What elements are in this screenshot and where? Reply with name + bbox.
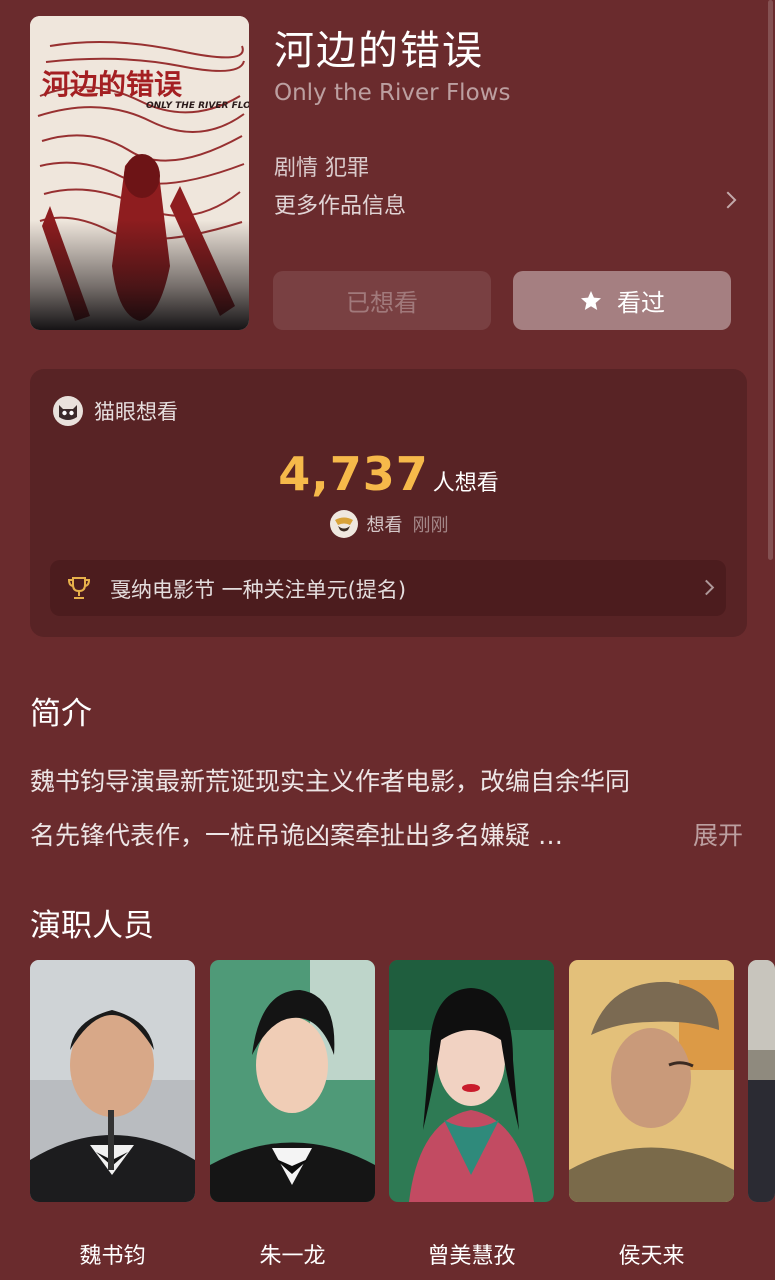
synopsis-text: 魏书钧导演最新荒诞现实主义作者电影，改编自余华同 名先锋代表作，一桩吊诡凶案牵扯…: [30, 755, 745, 863]
cast-photo[interactable]: [569, 960, 734, 1202]
want-count: 4,737: [278, 447, 429, 501]
maoyan-want-card: 猫眼想看 4,737 人想看 想看 刚刚 戛纳电影节 一种关注单元(提名): [30, 369, 747, 637]
maoyan-label: 猫眼想看: [94, 400, 178, 424]
want-count-line: 4,737 人想看: [30, 447, 747, 501]
cast-photo[interactable]: [210, 960, 375, 1202]
synopsis-line-2: 名先锋代表作，一桩吊诡凶案牵扯出多名嫌疑 …: [30, 821, 563, 850]
cast-heading: 演职人员: [30, 908, 154, 944]
cast-name: 侯天来: [618, 1244, 685, 1269]
cast-photo-partial[interactable]: [748, 960, 775, 1202]
cast-portrait: [569, 960, 734, 1202]
cast-name: 曾美慧孜: [427, 1244, 516, 1269]
recent-activity: 想看 刚刚: [30, 509, 747, 539]
synopsis-heading: 简介: [30, 696, 92, 732]
cast-portrait: [748, 960, 775, 1202]
expand-link[interactable]: 展开: [693, 809, 743, 863]
star-icon: [581, 290, 601, 310]
poster-title-text: 河边的错误: [42, 68, 183, 101]
cast-portrait: [30, 960, 195, 1202]
award-row[interactable]: 戛纳电影节 一种关注单元(提名): [50, 560, 726, 616]
recent-time: 刚刚: [412, 515, 449, 536]
cast-name: 魏书钧: [79, 1244, 146, 1269]
recent-action: 想看: [366, 515, 403, 536]
maoyan-cat-icon: [53, 396, 83, 426]
want-count-suffix: 人想看: [432, 471, 499, 496]
more-info-label: 更多作品信息: [274, 194, 407, 219]
award-text: 戛纳电影节 一种关注单元(提名): [110, 578, 407, 602]
poster-shadow: [30, 220, 249, 330]
trophy-icon: [67, 577, 91, 599]
wanted-button[interactable]: 已想看: [273, 271, 491, 330]
scrollbar[interactable]: [768, 0, 773, 560]
poster-english-text: ONLY THE RIVER FLOWS: [146, 101, 249, 111]
movie-title: 河边的错误: [274, 28, 484, 74]
chevron-right-icon: [698, 579, 715, 596]
seen-button-label: 看过: [617, 289, 665, 317]
cast-portrait: [210, 960, 375, 1202]
synopsis-line-1: 魏书钧导演最新荒诞现实主义作者电影，改编自余华同: [30, 767, 631, 796]
more-info-link[interactable]: 更多作品信息: [274, 188, 744, 220]
movie-detail-page: 河边的错误 ONLY THE RIVER FLOWS 河边的错误 Only th…: [0, 0, 775, 1280]
cast-photo[interactable]: [30, 960, 195, 1202]
cast-portrait: [389, 960, 554, 1202]
seen-button[interactable]: 看过: [513, 271, 731, 330]
cast-name: 朱一龙: [259, 1244, 326, 1269]
movie-english-title: Only the River Flows: [274, 80, 511, 106]
cast-photo[interactable]: [389, 960, 554, 1202]
movie-poster[interactable]: 河边的错误 ONLY THE RIVER FLOWS: [30, 16, 249, 330]
maoyan-header: 猫眼想看: [52, 395, 178, 427]
chevron-right-icon: [719, 191, 737, 209]
wanted-button-label: 已想看: [346, 289, 418, 317]
user-avatar: [329, 510, 358, 538]
movie-genres: 剧情 犯罪: [274, 156, 369, 181]
